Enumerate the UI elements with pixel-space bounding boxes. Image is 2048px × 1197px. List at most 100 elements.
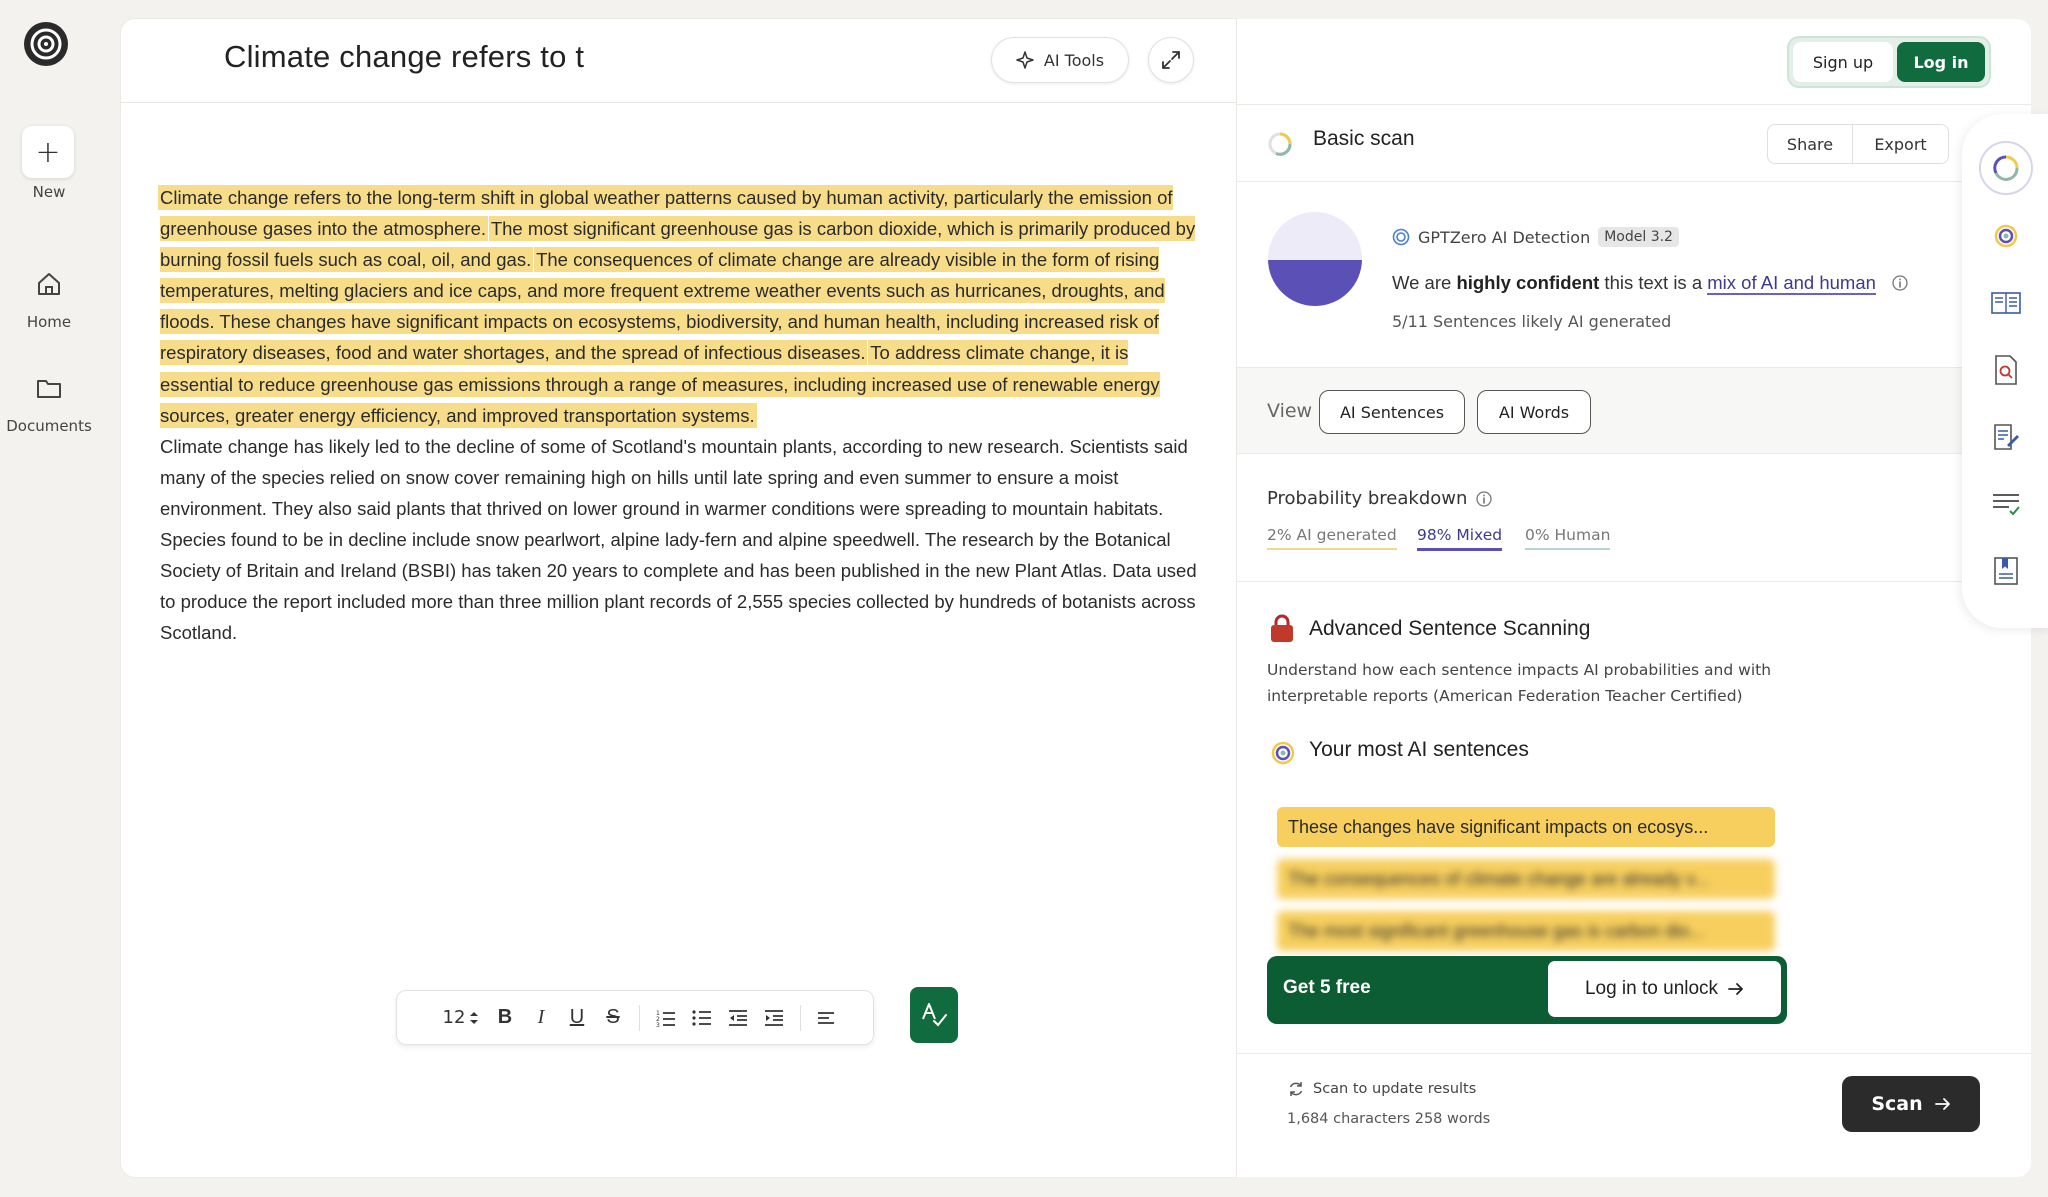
refresh-icon [1289,1082,1303,1096]
log-in-to-unlock-button[interactable]: Log in to unlock [1548,961,1781,1017]
tool-plagiarism[interactable] [1984,348,2028,392]
underline-icon[interactable]: U [559,1000,595,1036]
confidence-strong: highly confident [1456,272,1600,293]
lock-icon [1271,614,1293,642]
scan-header: Basic scan Share Export [1237,104,2031,182]
ai-tools-button[interactable]: AI Tools [991,37,1129,83]
scan-title: Basic scan [1313,127,1415,150]
citation-doc-icon [1994,557,2018,585]
scan-panel: Sign up Log in Basic scan Share Export G… [1236,19,2031,1177]
tool-strip [1962,114,2048,628]
home-label[interactable]: Home [0,313,98,331]
gptzero-logo-icon[interactable] [22,20,70,68]
sparkle-icon [1016,51,1034,69]
info-icon[interactable] [1891,274,1909,292]
checklist-icon [1993,494,2020,516]
advanced-scanning-title: Advanced Sentence Scanning [1309,617,1591,640]
confidence-statement: We are highly confident this text is a m… [1392,272,1909,295]
auth-buttons: Sign up Log in [1787,36,1991,88]
documents-label[interactable]: Documents [0,417,98,435]
plus-icon: + [35,134,61,170]
mix-result-link[interactable]: mix of AI and human [1707,272,1876,295]
document-title[interactable]: Climate change refers to t [224,39,584,75]
tool-citation[interactable] [1984,549,2028,593]
most-ai-sentences-title: Your most AI sentences [1309,738,1529,761]
gptzero-small-icon [1392,228,1410,246]
detector-heading: GPTZero AI Detection Model 3.2 [1392,227,1679,247]
top-ai-sentence-blurred: The most significant greenhouse gas is c… [1277,911,1775,951]
expand-icon [1162,51,1180,69]
compare-doc-icon [1991,292,2021,314]
italic-icon[interactable]: I [523,1000,559,1036]
arrow-right-icon [1728,983,1743,995]
detection-result: GPTZero AI Detection Model 3.2 We are hi… [1237,182,2031,368]
tool-writing-feedback[interactable] [1984,415,2028,459]
bullet-list-icon[interactable] [684,1000,720,1036]
advanced-scanning-description: Understand how each sentence impacts AI … [1267,661,1772,705]
plain-paragraph: Climate change has likely led to the dec… [160,435,1197,644]
bold-icon[interactable]: B [487,1000,523,1036]
detector-ring-icon [1993,155,2019,181]
toolbar-divider [800,1004,801,1031]
character-word-count: 1,684 characters 258 words [1287,1111,1491,1127]
spellcheck-icon [922,1003,947,1027]
top-ai-sentence[interactable]: These changes have significant impacts o… [1277,807,1775,847]
prob-ai-tab[interactable]: 2% AI generated [1267,526,1397,550]
spellcheck-button[interactable] [910,987,958,1043]
prob-mixed-tab[interactable]: 98% Mixed [1417,526,1503,551]
probability-heading: Probability breakdown [1267,488,1493,509]
tool-detector[interactable] [1979,141,2033,195]
svg-text:3: 3 [656,1022,660,1027]
scan-progress-icon [1268,132,1292,156]
ai-rainbow-icon [1994,224,2018,248]
ai-tools-label: AI Tools [1043,50,1105,70]
info-icon[interactable] [1475,490,1493,508]
folder-icon[interactable] [35,374,63,402]
formatting-toolbar: 12 B I U S 123 [396,990,874,1045]
sentence-summary: 5/11 Sentences likely AI generated [1392,312,1672,331]
arrow-right-icon [1934,1098,1950,1110]
outdent-icon[interactable] [720,1000,756,1036]
share-button[interactable]: Share [1767,124,1853,164]
edit-doc-icon [1994,424,2019,450]
scan-button-label: Scan [1871,1093,1923,1115]
scan-footer: Scan to update results 1,684 characters … [1237,1053,2031,1177]
confidence-prefix: We are [1392,272,1457,293]
export-button[interactable]: Export [1853,124,1949,164]
update-hint: Scan to update results [1287,1080,1476,1098]
get-free-label: Get 5 free [1283,977,1371,998]
log-in-button[interactable]: Log in [1897,42,1985,82]
view-selector: View AI Sentences AI Words [1237,368,2031,454]
view-label: View [1267,400,1313,422]
unlock-banner: Get 5 free Log in to unlock [1267,956,1787,1024]
expand-button[interactable] [1148,37,1194,83]
scan-button[interactable]: Scan [1842,1076,1980,1132]
tool-ai-scan[interactable] [1984,214,2028,258]
tool-compare[interactable] [1984,281,2028,325]
sign-up-button[interactable]: Sign up [1793,42,1893,82]
home-icon[interactable] [35,270,63,298]
editor-header: Climate change refers to t AI Tools [121,19,1236,103]
probability-title: Probability breakdown [1267,488,1468,509]
ai-words-button[interactable]: AI Words [1477,390,1591,434]
model-badge: Model 3.2 [1598,227,1679,247]
font-size-stepper[interactable]: 12 [435,1007,487,1028]
document-body[interactable]: Climate change refers to the long-term s… [160,182,1200,648]
probability-breakdown: Probability breakdown 2% AI generated 98… [1237,454,2031,582]
font-size-value: 12 [442,1007,466,1028]
stepper-icon [470,1011,479,1024]
ordered-list-icon[interactable]: 123 [648,1000,684,1036]
tool-checklist[interactable] [1984,482,2028,526]
left-rail: + New Home Documents [0,0,98,1197]
indent-icon[interactable] [756,1000,792,1036]
prob-human-tab[interactable]: 0% Human [1525,526,1611,550]
highlighted-paragraph: Climate change refers to the long-term s… [160,182,1200,431]
detector-label: GPTZero AI Detection [1418,227,1591,247]
ai-sentences-button[interactable]: AI Sentences [1319,390,1465,434]
plagiarism-search-icon [1995,355,2017,385]
top-ai-sentence-blurred: The consequences of climate change are a… [1277,859,1775,899]
confidence-middle: this text is a [1599,272,1708,293]
strikethrough-icon[interactable]: S [595,1000,631,1036]
align-left-icon[interactable] [809,1000,845,1036]
new-document-button[interactable]: + [22,126,74,178]
